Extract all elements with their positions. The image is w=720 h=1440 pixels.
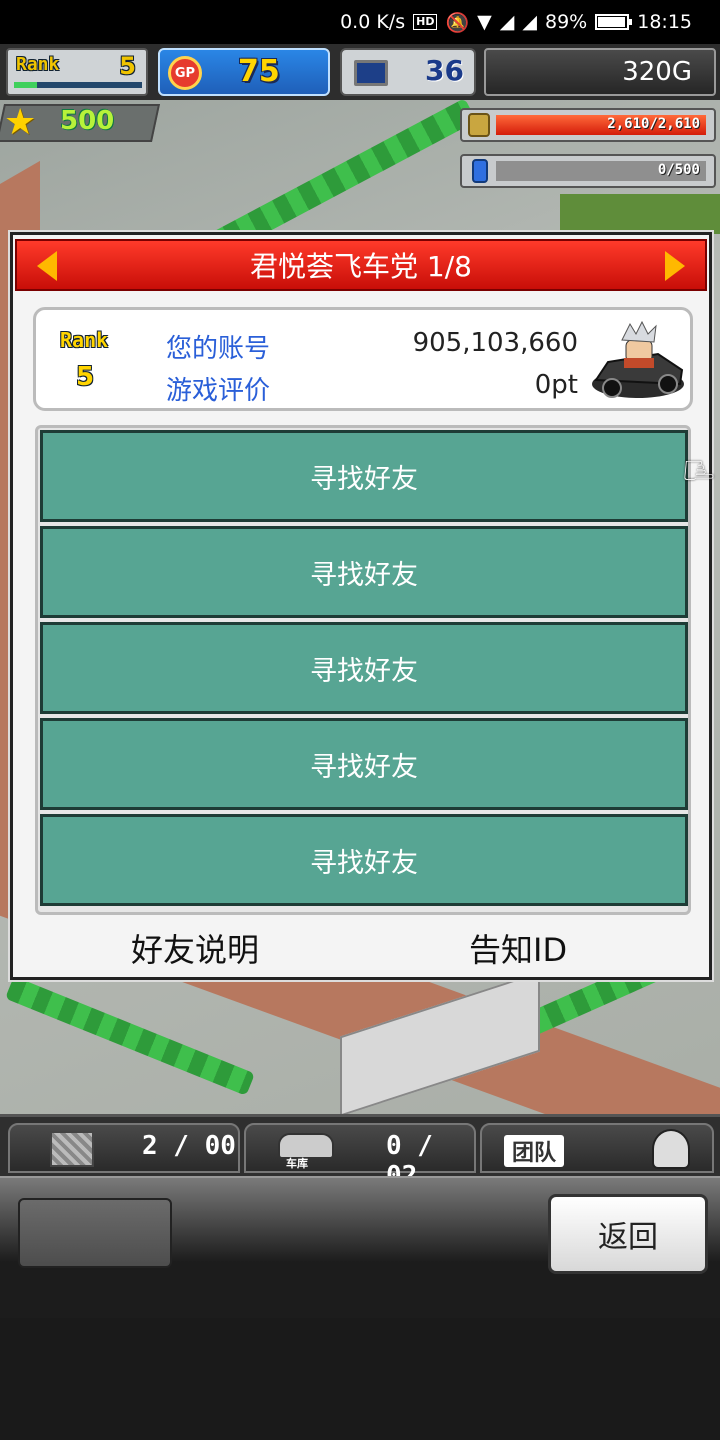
clock: 18:15 — [637, 11, 692, 33]
top-hud: Rank 5 GP 75 36 320G — [0, 44, 720, 100]
bottle-icon — [472, 159, 488, 183]
bottom-blank-area — [0, 1318, 720, 1440]
find-friend-button[interactable]: 寻找好友 — [40, 814, 688, 906]
star-icon: ★ — [4, 102, 37, 143]
empty-slot[interactable] — [18, 1198, 172, 1268]
team-member-avatar-icon — [652, 1129, 690, 1169]
fuel-meter: 2,610/2,610 — [460, 108, 716, 142]
battery-fill — [598, 17, 625, 27]
prev-page-arrow-icon[interactable] — [37, 251, 57, 281]
signal-icon-2: ◢ — [522, 11, 537, 33]
star-value: 500 — [60, 106, 115, 136]
crate-icon — [50, 1131, 94, 1167]
account-id-label: 您的账号 — [166, 334, 271, 364]
energy-text: 0/500 — [657, 162, 700, 178]
tab-garage[interactable]: 车库 0 / 02 — [244, 1123, 476, 1191]
rank-value: 5 — [119, 52, 136, 80]
wifi-icon: ▼ — [477, 11, 492, 33]
fuel-track: 2,610/2,610 — [496, 115, 706, 135]
screen: { "status_bar": { "net_speed": "0.0 K/s"… — [0, 0, 720, 1440]
battery-icon — [595, 14, 633, 30]
battery-percent: 89% — [545, 11, 588, 33]
hd-badge: HD — [413, 14, 438, 30]
pc-panel[interactable]: 36 — [340, 48, 476, 96]
computer-icon — [354, 60, 388, 86]
find-friend-button[interactable]: 寻找好友 — [40, 622, 688, 714]
driver-car-avatar-icon — [592, 320, 684, 398]
garage-label: 车库 — [286, 1157, 308, 1170]
hand-pointer-icon: ☜ — [681, 447, 717, 493]
mute-icon: 🔕 — [445, 11, 470, 34]
friend-list: 寻找好友 寻找好友 寻找好友 寻找好友 寻找好友 — [35, 425, 691, 915]
rank-progress-fill — [14, 82, 38, 88]
rank-progress-bar — [14, 82, 142, 88]
tab-team[interactable]: 团队 — [480, 1123, 714, 1173]
find-friend-button[interactable]: 寻找好友 — [40, 526, 688, 618]
bottom-panel: 返回 — [0, 1176, 720, 1318]
share-id-link[interactable]: 告知ID — [469, 925, 567, 971]
coin-stack-icon — [468, 113, 490, 137]
tab-items[interactable]: 2 / 00 — [8, 1123, 240, 1173]
energy-meter: 0/500 — [460, 154, 716, 188]
gp-coin-icon: GP — [168, 56, 202, 90]
energy-track: 0/500 — [496, 161, 706, 181]
find-friend-button[interactable]: 寻找好友 — [40, 430, 688, 522]
pc-value: 36 — [425, 54, 464, 87]
gp-panel[interactable]: GP 75 — [158, 48, 330, 96]
items-count: 2 / 00 — [142, 1131, 236, 1161]
find-friend-button[interactable]: 寻找好友 — [40, 718, 688, 810]
back-button[interactable]: 返回 — [548, 1194, 708, 1274]
bottom-tabbar: 2 / 00 车库 0 / 02 团队 — [0, 1114, 720, 1191]
status-bar: 0.0 K/s HD 🔕 ▼ ◢ ◢ 89% 18:15 — [0, 0, 720, 44]
rating-label: 游戏评价 — [166, 376, 271, 406]
money-display: 320G — [484, 48, 716, 96]
account-rank-label: Rank — [60, 328, 109, 352]
net-speed: 0.0 K/s — [340, 11, 406, 33]
gp-value: 75 — [238, 54, 280, 89]
account-card: Rank 5 您的账号 905,103,660 游戏评价 0pt — [33, 307, 693, 411]
rank-panel[interactable]: Rank 5 — [6, 48, 148, 96]
team-label: 团队 — [504, 1135, 565, 1167]
friend-help-link[interactable]: 好友说明 — [131, 925, 259, 971]
grass-patch — [560, 194, 720, 234]
account-id-value: 905,103,660 — [412, 328, 578, 358]
rating-value: 0pt — [534, 370, 578, 400]
rank-label: Rank — [16, 54, 60, 75]
friends-dialog: 君悦荟飞车党 1/8 Rank 5 您的账号 905,103,660 游戏评价 … — [10, 232, 717, 980]
fuel-text: 2,610/2,610 — [607, 116, 700, 132]
account-rank-value: 5 — [76, 362, 95, 392]
next-page-arrow-icon[interactable] — [665, 251, 685, 281]
dialog-title: 君悦荟飞车党 1/8 — [250, 250, 472, 283]
signal-icon-1: ◢ — [499, 11, 515, 33]
dialog-header: 君悦荟飞车党 1/8 — [15, 239, 707, 291]
